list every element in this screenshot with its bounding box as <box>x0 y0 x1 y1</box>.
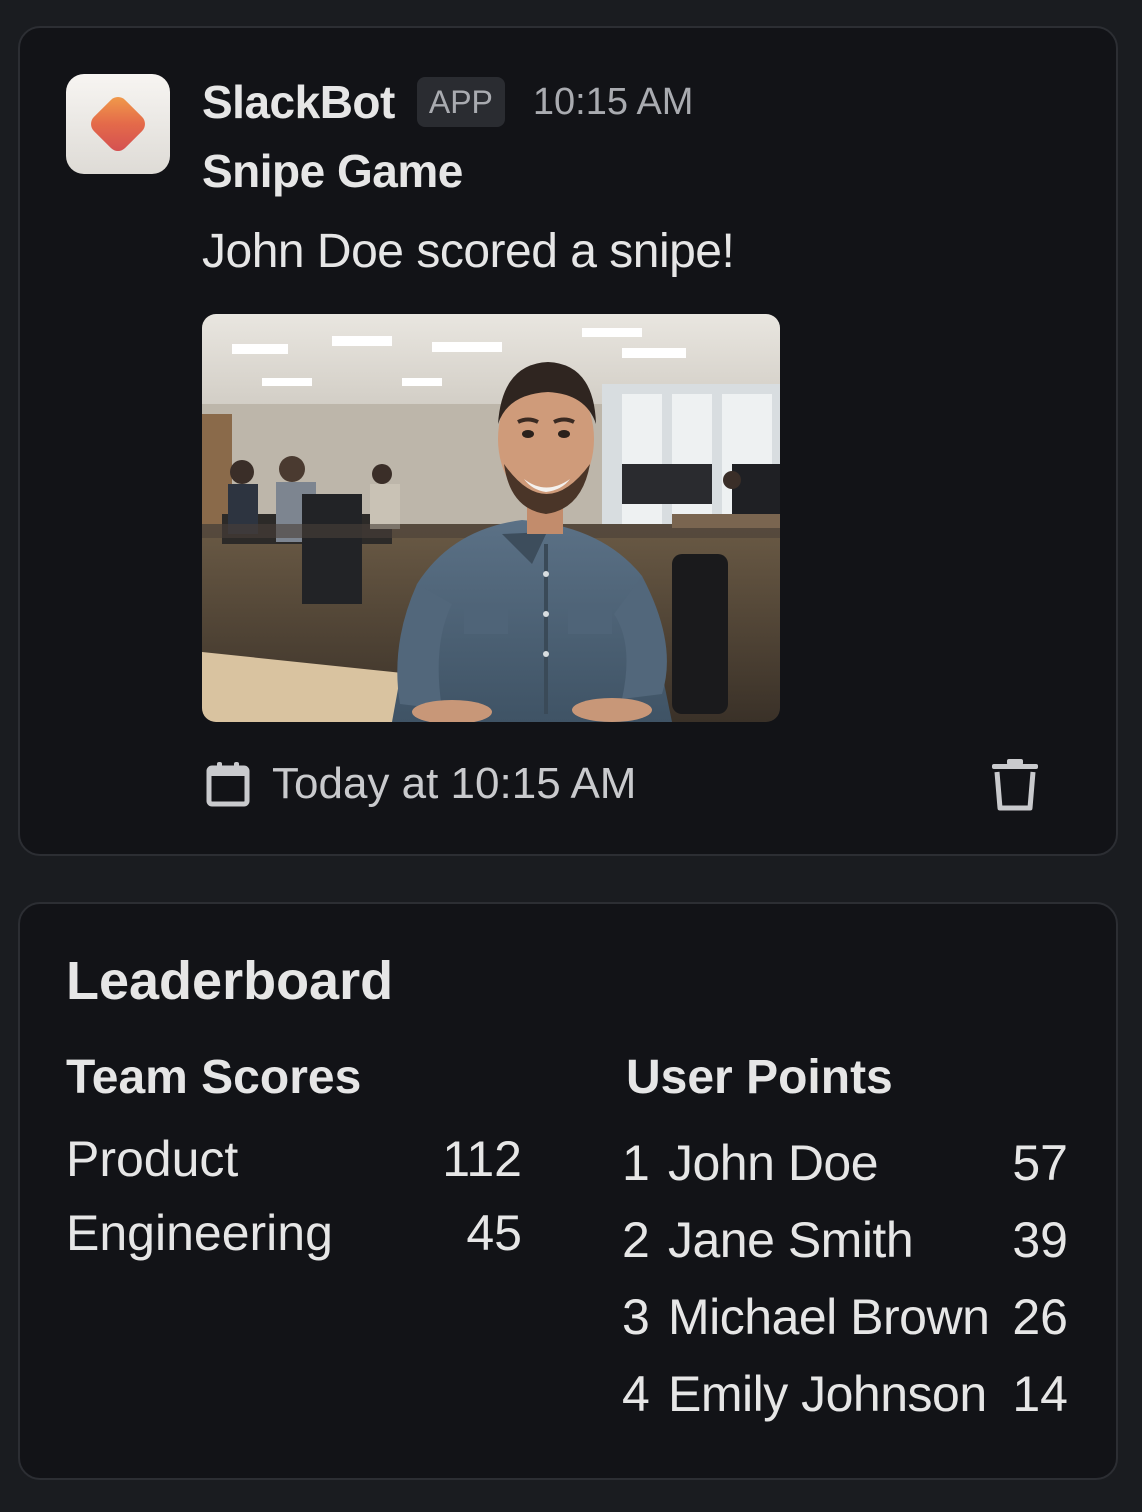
message-date: Today at 10:15 AM <box>272 759 637 808</box>
team-row: Product 112 <box>66 1130 522 1204</box>
user-points: 39 <box>1012 1212 1068 1268</box>
trash-icon[interactable] <box>990 758 1040 812</box>
user-points: 57 <box>1012 1135 1068 1191</box>
user-rank: 4 <box>622 1366 650 1422</box>
team-scores-heading: Team Scores <box>66 1051 362 1104</box>
team-name: Engineering <box>66 1205 333 1261</box>
user-row: 1 John Doe 57 <box>622 1134 1068 1211</box>
user-points: 26 <box>1012 1289 1068 1345</box>
user-name[interactable]: Michael Brown <box>668 1288 1008 1346</box>
user-row: 3 Michael Brown 26 <box>622 1288 1068 1365</box>
user-row: 4 Emily Johnson 14 <box>622 1365 1068 1442</box>
team-row: Engineering 45 <box>66 1204 522 1278</box>
user-rank: 2 <box>622 1212 650 1268</box>
bot-name[interactable]: SlackBot <box>202 75 395 129</box>
user-points-heading: User Points <box>626 1051 893 1104</box>
message-card: SlackBot APP 10:15 AM Snipe Game John Do… <box>18 26 1118 856</box>
user-rank: 1 <box>622 1135 650 1191</box>
user-name[interactable]: John Doe <box>668 1134 1008 1192</box>
user-points-list: 1 John Doe 57 2 Jane Smith 39 3 Michael … <box>622 1134 1068 1442</box>
user-name[interactable]: Emily Johnson <box>668 1365 1008 1423</box>
leaderboard-title: Leaderboard <box>66 951 394 1011</box>
app-badge: APP <box>416 77 505 127</box>
message-footer: Today at 10:15 AM <box>206 756 636 812</box>
message-header: SlackBot APP 10:15 AM <box>202 74 693 130</box>
team-scores-list: Product 112 Engineering 45 <box>66 1130 522 1278</box>
message-timestamp[interactable]: 10:15 AM <box>533 81 694 124</box>
slackbot-app-icon[interactable] <box>66 74 170 174</box>
message-title: Snipe Game <box>202 145 463 197</box>
user-points: 14 <box>1012 1366 1068 1422</box>
leaderboard-card: Leaderboard Team Scores User Points Prod… <box>18 902 1118 1480</box>
snipe-photo[interactable] <box>202 314 780 722</box>
team-score: 112 <box>442 1131 522 1187</box>
message-text: John Doe scored a snipe! <box>202 225 735 278</box>
team-score: 45 <box>466 1205 522 1261</box>
user-name[interactable]: Jane Smith <box>668 1211 1008 1269</box>
user-rank: 3 <box>622 1289 650 1345</box>
team-name: Product <box>66 1131 239 1187</box>
user-row: 2 Jane Smith 39 <box>622 1211 1068 1288</box>
calendar-icon <box>206 762 250 807</box>
